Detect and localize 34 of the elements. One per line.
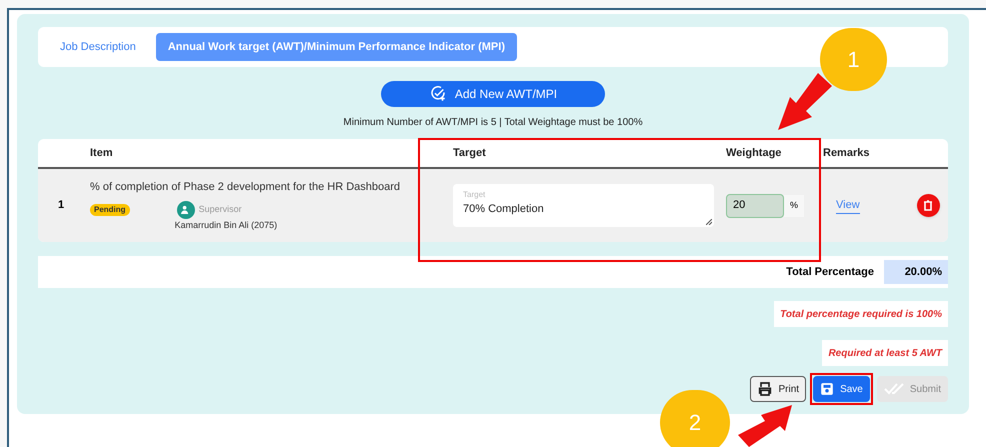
check-plus-icon <box>428 85 447 103</box>
total-label: Total Percentage <box>786 264 874 280</box>
unit-label: % <box>784 194 804 216</box>
total-value: 20.00% <box>884 260 948 284</box>
arrow-drawing <box>778 73 834 130</box>
column-header: Target <box>453 146 487 161</box>
tab[interactable]: Job Description <box>52 33 144 61</box>
column-header: Item <box>90 146 114 161</box>
status-badge: Pending <box>90 204 130 216</box>
avatar-icon <box>176 200 195 218</box>
column-header: Weightage <box>726 146 782 161</box>
row-number: 1 <box>57 198 66 214</box>
resize-handle-icon <box>706 219 712 225</box>
tab[interactable]: Annual Work target (AWT)/Minimum Performance Indicator (MPI) <box>156 33 517 61</box>
save-button[interactable]: Save <box>813 376 870 402</box>
column-header: Remarks <box>823 146 870 161</box>
target-field[interactable]: Target 70% Completion <box>453 184 714 227</box>
arrow-drawing <box>738 405 793 447</box>
error-message: Total percentage required is 100% <box>774 301 948 327</box>
print-button[interactable]: Print <box>750 376 806 402</box>
requirement-note: Minimum Number of AWT/MPI is 5 | Total Weightage must be 100% <box>343 116 643 130</box>
item-text: % of completion of Phase 2 development for the HR Dashboard <box>90 180 402 195</box>
field-label: Target <box>463 189 486 201</box>
view-link[interactable]: View <box>836 196 860 214</box>
role-label: Supervisor <box>198 202 242 216</box>
printer-icon <box>756 381 773 397</box>
person-name: Kamarrudin Bin Ali (2075) <box>174 218 278 232</box>
weightage-field[interactable]: 20 <box>726 194 784 218</box>
double-check-icon <box>884 383 904 395</box>
error-message: Required at least 5 AWT <box>822 340 948 366</box>
trash-icon <box>923 200 934 211</box>
add-new-button[interactable]: Add New AWT/MPI <box>381 81 605 107</box>
field-value: 70% Completion <box>463 202 545 217</box>
delete-button[interactable] <box>916 194 940 217</box>
